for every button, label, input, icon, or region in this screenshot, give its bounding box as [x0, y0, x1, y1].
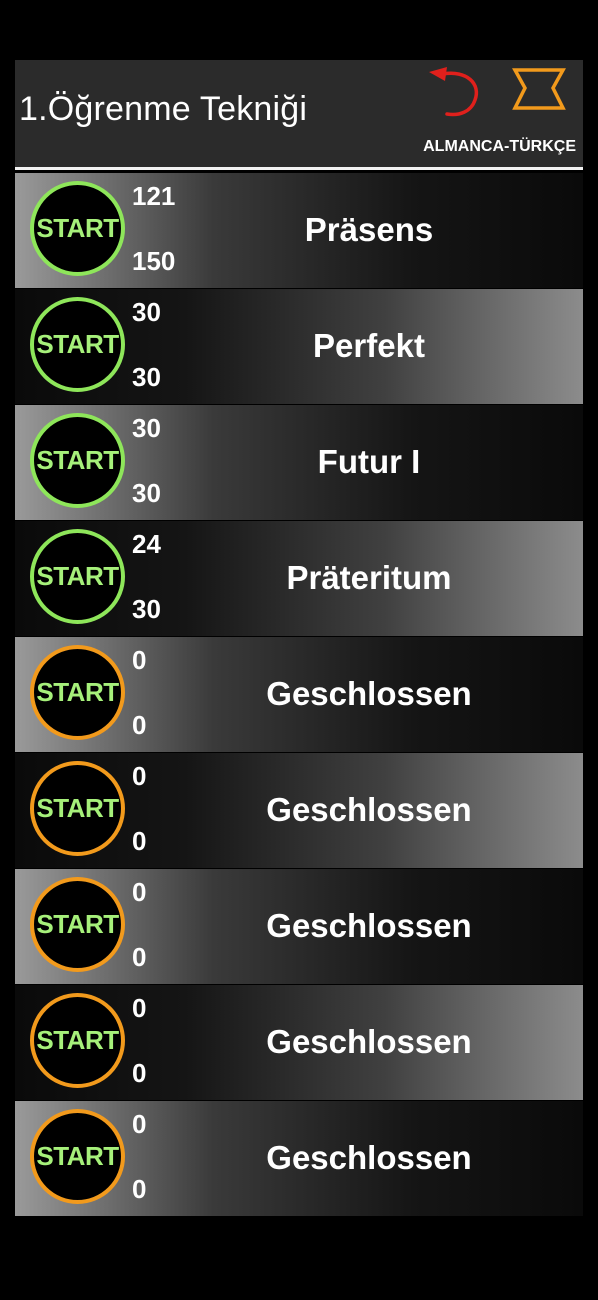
- lesson-row[interactable]: START 30 30 Perfekt: [15, 289, 583, 405]
- language-pair-label: ALMANCA-TÜRKÇE: [423, 138, 576, 155]
- progress-count-top: 30: [132, 297, 161, 327]
- progress-count-bottom: 0: [132, 942, 147, 972]
- lesson-title: Geschlossen: [266, 1139, 472, 1176]
- start-button[interactable]: START: [30, 529, 125, 624]
- lesson-row[interactable]: START 0 0 Geschlossen: [15, 1101, 583, 1217]
- header-divider: [15, 167, 583, 170]
- page-title: 1.Öğrenme Tekniği: [19, 90, 308, 128]
- start-button[interactable]: START: [30, 993, 125, 1088]
- start-button-label: START: [36, 445, 119, 475]
- start-button[interactable]: START: [30, 1109, 125, 1204]
- progress-count-top: 30: [132, 413, 161, 443]
- lesson-list: START 121 150 Präsens START 30 30 Perfekt START 3…: [15, 173, 583, 1217]
- lesson-title: Perfekt: [313, 327, 425, 364]
- start-button-label: START: [36, 329, 119, 359]
- progress-count-bottom: 0: [132, 826, 147, 856]
- hourglass-icon: [512, 68, 566, 110]
- lesson-row[interactable]: START 121 150 Präsens: [15, 173, 583, 289]
- app-header: 1.Öğrenme Tekniği ALMANCA-TÜRKÇE: [15, 60, 583, 167]
- start-button-label: START: [36, 213, 119, 243]
- lesson-title: Präsens: [304, 211, 434, 248]
- start-button-label: START: [36, 1141, 119, 1171]
- lesson-title: Geschlossen: [266, 1023, 472, 1060]
- start-button-label: START: [36, 677, 119, 707]
- lesson-title: Geschlossen: [266, 907, 472, 944]
- start-button[interactable]: START: [30, 877, 125, 972]
- progress-count-top: 0: [132, 645, 147, 675]
- progress-count-bottom: 150: [132, 246, 176, 276]
- back-button[interactable]: [423, 64, 487, 122]
- lesson-row[interactable]: START 0 0 Geschlossen: [15, 869, 583, 985]
- progress-count-bottom: 0: [132, 710, 147, 740]
- lesson-row[interactable]: START 30 30 Futur I: [15, 405, 583, 521]
- back-arrow-icon: [429, 67, 479, 117]
- start-button[interactable]: START: [30, 645, 125, 740]
- lesson-row[interactable]: START 0 0 Geschlossen: [15, 637, 583, 753]
- start-button-label: START: [36, 793, 119, 823]
- progress-count-bottom: 0: [132, 1058, 147, 1088]
- lesson-title: Geschlossen: [266, 675, 472, 712]
- progress-count-top: 0: [132, 877, 147, 907]
- progress-count-bottom: 30: [132, 594, 161, 624]
- progress-count-bottom: 30: [132, 478, 161, 508]
- progress-count-top: 0: [132, 1109, 147, 1139]
- start-button-label: START: [36, 1025, 119, 1055]
- progress-count-top: 24: [132, 529, 161, 559]
- lesson-row[interactable]: START 0 0 Geschlossen: [15, 753, 583, 869]
- progress-count-top: 121: [132, 181, 176, 211]
- progress-count-top: 0: [132, 761, 147, 791]
- lesson-title: Präteritum: [286, 559, 452, 596]
- hourglass-button[interactable]: [509, 66, 569, 114]
- start-button[interactable]: START: [30, 413, 125, 508]
- lesson-title: Futur I: [317, 443, 421, 480]
- start-button[interactable]: START: [30, 761, 125, 856]
- start-button-label: START: [36, 909, 119, 939]
- progress-count-bottom: 0: [132, 1174, 147, 1204]
- lesson-row[interactable]: START 0 0 Geschlossen: [15, 985, 583, 1101]
- progress-count-top: 0: [132, 993, 147, 1023]
- start-button[interactable]: START: [30, 297, 125, 392]
- progress-count-bottom: 30: [132, 362, 161, 392]
- lesson-row[interactable]: START 24 30 Präteritum: [15, 521, 583, 637]
- start-button-label: START: [36, 561, 119, 591]
- lesson-title: Geschlossen: [266, 791, 472, 828]
- start-button[interactable]: START: [30, 181, 125, 276]
